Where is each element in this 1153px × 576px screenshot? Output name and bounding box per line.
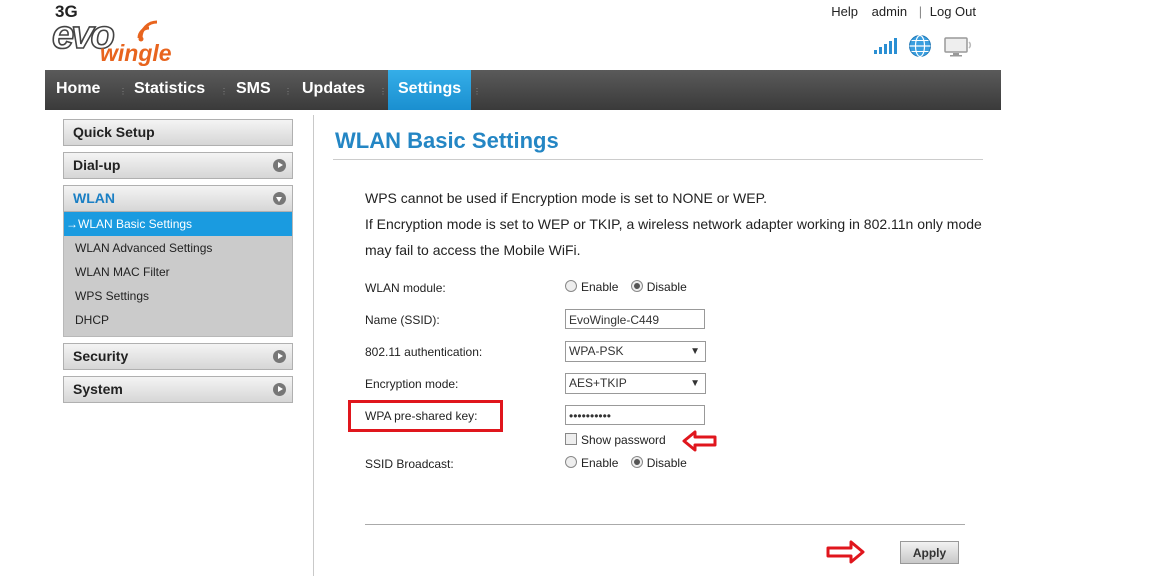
info-notes: WPS cannot be used if Encryption mode is… — [365, 185, 985, 263]
nav-divider: ⋮ — [473, 87, 481, 96]
auth-label: 802.11 authentication: — [365, 345, 483, 359]
nav-divider: ⋮ — [284, 87, 292, 96]
radio-label: Disable — [646, 456, 687, 470]
signal-strength-icon — [874, 38, 897, 54]
auth-selected-value: WPA-PSK — [569, 344, 624, 358]
radio-label: Enable — [581, 280, 619, 294]
sidebar-item-label: Security — [73, 348, 129, 364]
auth-select[interactable]: WPA-PSK ▼ — [565, 341, 706, 362]
sidebar-item-security[interactable]: Security — [63, 343, 293, 370]
radio-label: Disable — [646, 280, 687, 294]
wlan-module-disable-radio[interactable] — [630, 280, 643, 292]
logo-wifi-waves-icon — [137, 20, 158, 42]
top-links: Help admin | Log Out — [821, 4, 976, 19]
note-encryption: If Encryption mode is set to WEP or TKIP… — [365, 216, 982, 258]
sidebar-subitem-wlan-basic[interactable]: →WLAN Basic Settings — [64, 212, 292, 236]
wlan-module-radios: Enable Disable — [565, 280, 687, 294]
ssid-label: Name (SSID): — [365, 313, 440, 327]
note-wps: WPS cannot be used if Encryption mode is… — [365, 190, 768, 206]
link-divider: | — [918, 4, 923, 19]
radio-label: Enable — [581, 456, 619, 470]
sidebar-item-label: Dial-up — [73, 157, 121, 173]
sidebar-item-label: Quick Setup — [73, 124, 155, 140]
username-label: admin — [871, 4, 908, 19]
chevron-right-icon — [273, 159, 286, 172]
psk-label: WPA pre-shared key: — [365, 409, 478, 423]
wlan-module-enable-radio[interactable] — [565, 280, 577, 292]
logo-wingle: wingle — [100, 40, 172, 66]
nav-divider: ⋮ — [379, 87, 387, 96]
apply-button[interactable]: Apply — [900, 541, 959, 564]
ssid-broadcast-label: SSID Broadcast: — [365, 457, 454, 471]
page-title: WLAN Basic Settings — [335, 128, 559, 153]
show-password-row: Show password — [565, 433, 666, 447]
encryption-select[interactable]: AES+TKIP ▼ — [565, 373, 706, 394]
sidebar-item-quick-setup[interactable]: Quick Setup — [63, 119, 293, 146]
dropdown-arrow-icon: ▼ — [690, 346, 700, 357]
psk-input[interactable]: •••••••••• — [565, 405, 705, 425]
ssid-broadcast-radios: Enable Disable — [565, 456, 687, 470]
ssid-broadcast-disable-radio[interactable] — [630, 456, 643, 468]
sidebar-item-system[interactable]: System — [63, 376, 293, 403]
show-password-checkbox[interactable] — [565, 433, 577, 445]
evo-wingle-logo: 3G evo wingle — [50, 2, 190, 66]
nav-updates[interactable]: Updates — [302, 70, 365, 110]
form-divider — [365, 524, 965, 525]
nav-home[interactable]: Home — [56, 70, 100, 110]
chevron-right-icon — [273, 383, 286, 396]
ssid-input[interactable]: EvoWingle-C449 — [565, 309, 705, 329]
dropdown-arrow-icon: ▼ — [690, 378, 700, 389]
nav-divider: ⋮ — [220, 87, 228, 96]
chevron-down-icon — [273, 192, 286, 205]
sidebar-item-label: System — [73, 381, 123, 397]
content-divider — [313, 115, 314, 576]
encryption-selected-value: AES+TKIP — [569, 376, 627, 390]
annotation-arrow-left-icon — [682, 430, 717, 452]
nav-statistics[interactable]: Statistics — [134, 70, 205, 110]
computer-screen-icon — [944, 37, 972, 57]
main-nav: Home ⋮ Statistics ⋮ SMS ⋮ Updates ⋮ Sett… — [45, 70, 1001, 110]
sidebar-item-dialup[interactable]: Dial-up — [63, 152, 293, 179]
wlan-submenu: →WLAN Basic Settings WLAN Advanced Setti… — [63, 212, 293, 337]
sidebar-subitem-wlan-mac-filter[interactable]: WLAN MAC Filter — [64, 260, 292, 284]
sidebar-subitem-dhcp[interactable]: DHCP — [64, 308, 292, 332]
nav-settings[interactable]: Settings — [388, 70, 472, 110]
nav-divider: ⋮ — [119, 87, 127, 96]
settings-sidebar: Quick Setup Dial-up WLAN →WLAN Basic Set… — [63, 119, 293, 409]
show-password-label: Show password — [581, 433, 666, 447]
sidebar-subitem-wlan-advanced[interactable]: WLAN Advanced Settings — [64, 236, 292, 260]
sidebar-item-label: WLAN — [73, 190, 115, 206]
wlan-module-label: WLAN module: — [365, 281, 446, 295]
ssid-broadcast-enable-radio[interactable] — [565, 456, 577, 468]
logout-link[interactable]: Log Out — [930, 4, 976, 19]
encryption-label: Encryption mode: — [365, 377, 459, 391]
title-underline — [333, 159, 983, 160]
sidebar-subitem-wps[interactable]: WPS Settings — [64, 284, 292, 308]
sidebar-item-wlan[interactable]: WLAN — [63, 185, 293, 212]
annotation-arrow-right-icon — [826, 540, 865, 564]
globe-icon — [909, 34, 931, 58]
chevron-right-icon — [273, 350, 286, 363]
nav-sms[interactable]: SMS — [236, 70, 271, 110]
help-link[interactable]: Help — [831, 4, 858, 19]
